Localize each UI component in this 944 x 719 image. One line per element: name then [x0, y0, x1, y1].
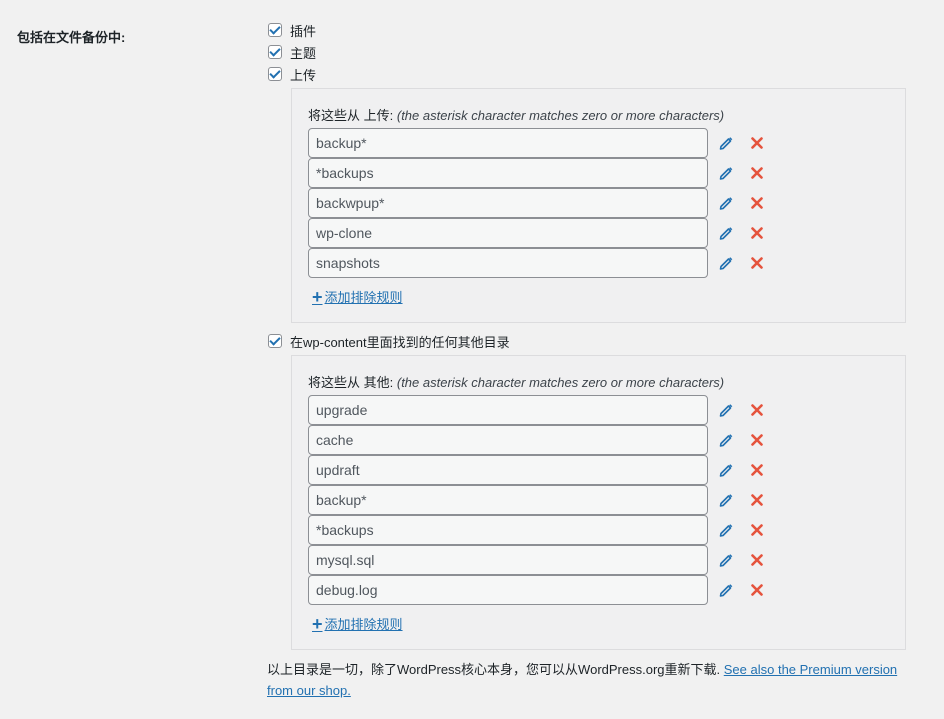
others-add-rule-link[interactable]: + 添加排除规则	[312, 614, 403, 633]
uploads-exclusion-panel: 将这些从 上传: (the asterisk character matches…	[291, 88, 906, 323]
checkbox-uploads-box[interactable]	[268, 67, 282, 81]
uploads-rule-input[interactable]: snapshots	[308, 248, 708, 278]
close-icon[interactable]	[749, 522, 765, 538]
others-rule-row: debug.log	[308, 575, 778, 605]
uploads-add-rule-label: 添加排除规则	[324, 290, 403, 305]
close-icon[interactable]	[749, 492, 765, 508]
uploads-panel-heading-hint: (the asterisk character matches zero or …	[396, 108, 725, 123]
pencil-icon[interactable]	[718, 522, 734, 538]
pencil-icon[interactable]	[718, 492, 734, 508]
footer-note: 以上目录是一切，除了WordPress核心本身，您可以从WordPress.or…	[267, 659, 907, 701]
uploads-rule-row: backwpup*	[308, 188, 778, 218]
pencil-icon[interactable]	[718, 195, 734, 211]
close-icon[interactable]	[749, 225, 765, 241]
others-rule-input[interactable]: updraft	[308, 455, 708, 485]
others-rule-row: *backups	[308, 515, 778, 545]
pencil-icon[interactable]	[718, 432, 734, 448]
others-rule-row: mysql.sql	[308, 545, 778, 575]
uploads-rule-row: wp-clone	[308, 218, 778, 248]
section-label: 包括在文件备份中:	[17, 30, 126, 45]
pencil-icon[interactable]	[718, 255, 734, 271]
others-add-rule-label: 添加排除规则	[324, 617, 403, 632]
checkbox-others-box[interactable]	[268, 334, 282, 348]
others-rule-input[interactable]: *backups	[308, 515, 708, 545]
others-panel-heading: 将这些从 其他: (the asterisk character matches…	[308, 372, 724, 391]
pencil-icon[interactable]	[718, 462, 734, 478]
checkbox-themes-label: 主题	[290, 45, 317, 61]
close-icon[interactable]	[749, 582, 765, 598]
close-icon[interactable]	[749, 402, 765, 418]
uploads-panel-heading-prefix: 将这些从 上传:	[308, 108, 394, 123]
checkbox-plugins-box[interactable]	[268, 23, 282, 37]
pencil-icon[interactable]	[718, 552, 734, 568]
checkbox-others-label: 在wp-content里面找到的任何其他目录	[290, 334, 510, 350]
others-rule-input[interactable]: cache	[308, 425, 708, 455]
others-panel-heading-prefix: 将这些从 其他:	[308, 375, 394, 390]
uploads-rule-input[interactable]: *backups	[308, 158, 708, 188]
checkbox-plugins[interactable]: 插件	[268, 21, 316, 39]
others-rule-row: cache	[308, 425, 778, 455]
pencil-icon[interactable]	[718, 402, 734, 418]
checkbox-plugins-label: 插件	[290, 23, 317, 39]
checkbox-themes[interactable]: 主题	[268, 43, 316, 61]
others-panel-heading-hint: (the asterisk character matches zero or …	[396, 375, 725, 390]
uploads-panel-heading: 将这些从 上传: (the asterisk character matches…	[308, 105, 724, 124]
others-rule-input[interactable]: upgrade	[308, 395, 708, 425]
uploads-rule-row: backup*	[308, 128, 778, 158]
close-icon[interactable]	[749, 552, 765, 568]
close-icon[interactable]	[749, 432, 765, 448]
checkbox-uploads-label: 上传	[290, 67, 317, 83]
plus-icon: +	[312, 286, 323, 307]
close-icon[interactable]	[749, 165, 765, 181]
uploads-add-rule-link[interactable]: + 添加排除规则	[312, 287, 403, 306]
others-exclusion-panel: 将这些从 其他: (the asterisk character matches…	[291, 355, 906, 650]
others-rule-input[interactable]: debug.log	[308, 575, 708, 605]
others-rule-row: upgrade	[308, 395, 778, 425]
checkbox-others[interactable]: 在wp-content里面找到的任何其他目录	[268, 332, 510, 350]
uploads-rule-input[interactable]: wp-clone	[308, 218, 708, 248]
uploads-rule-input[interactable]: backwpup*	[308, 188, 708, 218]
pencil-icon[interactable]	[718, 165, 734, 181]
pencil-icon[interactable]	[718, 225, 734, 241]
pencil-icon[interactable]	[718, 582, 734, 598]
pencil-icon[interactable]	[718, 135, 734, 151]
close-icon[interactable]	[749, 135, 765, 151]
uploads-rule-row: *backups	[308, 158, 778, 188]
close-icon[interactable]	[749, 255, 765, 271]
checkbox-uploads[interactable]: 上传	[268, 65, 316, 83]
uploads-rule-row: snapshots	[308, 248, 778, 278]
uploads-rule-input[interactable]: backup*	[308, 128, 708, 158]
others-rule-row: updraft	[308, 455, 778, 485]
others-rule-input[interactable]: mysql.sql	[308, 545, 708, 575]
footer-text: 以上目录是一切，除了WordPress核心本身，您可以从WordPress.or…	[267, 662, 721, 677]
others-rule-row: backup*	[308, 485, 778, 515]
checkbox-themes-box[interactable]	[268, 45, 282, 59]
close-icon[interactable]	[749, 462, 765, 478]
plus-icon: +	[312, 613, 323, 634]
close-icon[interactable]	[749, 195, 765, 211]
others-rule-input[interactable]: backup*	[308, 485, 708, 515]
